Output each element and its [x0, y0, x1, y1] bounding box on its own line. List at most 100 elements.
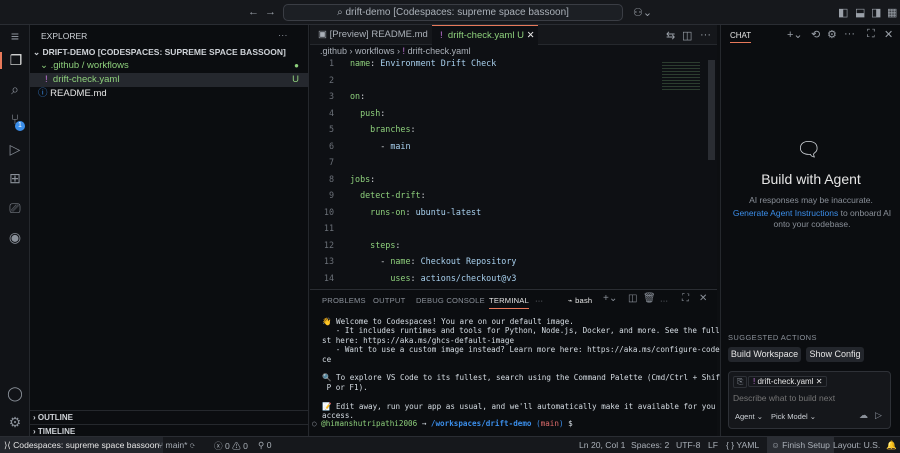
toggle-secondary-sidebar-icon[interactable]: ◨ [871, 6, 881, 19]
chat-title[interactable]: CHAT [730, 31, 752, 43]
menu-icon[interactable]: ≡ [0, 28, 30, 44]
source-control-icon[interactable]: ⑂ 1 [0, 111, 30, 131]
line-number: 1 [328, 58, 334, 68]
show-config-button[interactable]: Show Config [806, 347, 864, 362]
shell-label: bash [575, 296, 593, 305]
branch-indicator[interactable]: ⑂ main* ⟳ [158, 440, 195, 450]
terminal-line: ce [322, 354, 332, 364]
code-area[interactable]: 1 name: Environment Drift Check 2 3 on: 4 pus… [310, 58, 660, 384]
settings-gear-icon[interactable]: ⚙ [0, 414, 30, 431]
file-readme-md[interactable]: ⓘ README.md [30, 87, 309, 101]
forward-arrow-icon[interactable]: → [265, 6, 276, 18]
finish-setup-button[interactable]: ☺ Finish Setup [767, 437, 834, 453]
minimap[interactable] [662, 60, 700, 90]
file-label: README.md [50, 88, 107, 99]
chat-panel: CHAT +⌄ ⟲ ⚙ ··· ⛶ ✕ 🗨 Build with Agent A… [720, 25, 900, 436]
terminal-line: st here: https://aka.ms/ghcs-default-ima… [322, 335, 515, 345]
remote-explorer-icon[interactable]: ⎚ [0, 200, 30, 217]
folder-github-workflows[interactable]: ⌄ .github / workflows ● [30, 59, 309, 73]
maximize-panel-icon[interactable]: ⛶ [682, 293, 689, 304]
new-chat-icon[interactable]: +⌄ [787, 28, 803, 41]
new-terminal-icon[interactable]: +⌄ [603, 293, 618, 304]
line-number: 7 [328, 157, 334, 167]
search-icon[interactable]: ⌕ [0, 81, 30, 98]
indentation[interactable]: Spaces: 2 [631, 440, 669, 450]
breadcrumb-item[interactable]: workflows [355, 46, 395, 56]
chat-settings-icon[interactable]: ⚙ [827, 28, 837, 41]
code-line: - main [350, 140, 411, 151]
kill-terminal-icon[interactable]: 🗑 [643, 293, 656, 304]
account-icon[interactable]: ◯ [0, 385, 30, 402]
code-token: on [350, 91, 361, 101]
maximize-chat-icon[interactable]: ⛶ [867, 28, 875, 41]
remote-indicator[interactable]: ⟩⟨ Codespaces: supreme space bassoon [0, 437, 164, 453]
panel-tabs-more[interactable]: ··· [535, 296, 543, 305]
prompt-branch: main [540, 419, 559, 428]
explorer-more-button[interactable]: ··· [278, 29, 298, 43]
delegate-icon[interactable]: ☁ [859, 410, 868, 421]
back-arrow-icon[interactable]: ← [248, 6, 259, 18]
agent-mode-dropdown[interactable]: Agent ⌄ [735, 412, 763, 421]
remove-context-icon[interactable]: ✕ [816, 377, 823, 386]
notifications-bell-icon[interactable]: 🔔 [886, 440, 897, 451]
panel-more-icon[interactable]: ··· [660, 296, 668, 305]
chat-input[interactable] [733, 393, 883, 403]
build-workspace-button[interactable]: Build Workspace [728, 347, 801, 362]
close-chat-icon[interactable]: ✕ [884, 28, 893, 41]
problems-indicator[interactable]: ⓧ 0 ⚠ 0 [214, 440, 248, 452]
toggle-panel-icon[interactable]: ⬓ [855, 6, 865, 19]
context-file-chip[interactable]: ! drift-check.yaml ✕ [748, 376, 828, 387]
split-editor-icon[interactable]: ◫ [682, 29, 692, 42]
generate-instructions-link[interactable]: Generate Agent Instructions [733, 208, 838, 218]
close-tab-icon[interactable]: ✕ [527, 30, 535, 41]
customize-layout-icon[interactable]: ▦ [887, 6, 897, 19]
tab-output[interactable]: OUTPUT [373, 296, 405, 305]
line-number: 8 [328, 173, 334, 184]
port-count: 0 [266, 440, 272, 450]
breadcrumb-item[interactable]: drift-check.yaml [408, 46, 471, 56]
attach-icon[interactable]: ⎘ [733, 376, 748, 388]
workspace-root[interactable]: ⌄ DRIFT-DEMO [CODESPACES: SUPREME SPACE … [30, 45, 309, 59]
language-label: YAML [736, 440, 760, 450]
file-drift-check-yaml[interactable]: ! drift-check.yaml U [30, 73, 309, 87]
terminal-shell-selector[interactable]: ⌁ bash [568, 296, 592, 305]
editor-more-icon[interactable]: ··· [700, 29, 711, 41]
toggle-sidebar-icon[interactable]: ◧ [838, 6, 848, 19]
explorer-icon[interactable]: ❐ [0, 52, 30, 69]
encoding[interactable]: UTF-8 [676, 440, 700, 450]
tab-problems[interactable]: PROBLEMS [322, 296, 366, 305]
split-terminal-icon[interactable]: ◫ [628, 293, 638, 304]
close-panel-icon[interactable]: ✕ [699, 293, 708, 304]
send-icon[interactable]: ▷ [875, 410, 882, 421]
cursor-position[interactable]: Ln 20, Col 1 [579, 440, 625, 450]
code-token: - [350, 140, 391, 151]
copilot-icon[interactable]: ⚇⌄ [633, 6, 652, 19]
run-debug-icon[interactable]: ▷ [0, 141, 30, 158]
language-mode[interactable]: { } YAML [726, 440, 759, 450]
tab-terminal[interactable]: TERMINAL [489, 296, 529, 309]
outline-section[interactable]: › OUTLINE [30, 410, 309, 424]
tab-label: drift-check.yaml [447, 30, 515, 41]
extensions-icon[interactable]: ⊞ [0, 170, 30, 187]
chat-more-icon[interactable]: ··· [844, 28, 855, 40]
github-icon[interactable]: ◉ [0, 229, 30, 246]
history-icon[interactable]: ⟲ [811, 28, 820, 41]
terminal-line: 📝 Edit away, run your app as usual, and … [322, 401, 730, 411]
code-token: uses [350, 272, 411, 283]
breadcrumb-item[interactable]: .github [320, 46, 347, 56]
terminal-output[interactable]: 👋 Welcome to Codespaces! You are on our … [310, 317, 734, 427]
command-center-search[interactable]: ⌕ drift-demo [Codespaces: supreme space … [283, 4, 623, 21]
code-line: jobs: [350, 174, 375, 184]
tab-drift-check-yaml[interactable]: ! drift-check.yaml U ✕ [432, 25, 538, 46]
end-of-line[interactable]: LF [708, 440, 718, 450]
tab-readme-preview[interactable]: ▣ [Preview] README.md [310, 25, 431, 45]
keyboard-layout[interactable]: Layout: U.S. [833, 440, 880, 450]
compare-changes-icon[interactable]: ⇆ [666, 29, 675, 42]
ports-indicator[interactable]: ⚲ 0 [258, 440, 271, 451]
code-token: main [390, 140, 411, 151]
editor-scrollbar[interactable] [708, 60, 715, 160]
line-number: 12 [323, 239, 334, 250]
terminal-prompt[interactable]: ○ @himanshutripathi2006 → /workspaces/dr… [312, 419, 573, 428]
tab-debug-console[interactable]: DEBUG CONSOLE [416, 296, 485, 305]
model-picker-dropdown[interactable]: Pick Model ⌄ [771, 412, 816, 421]
